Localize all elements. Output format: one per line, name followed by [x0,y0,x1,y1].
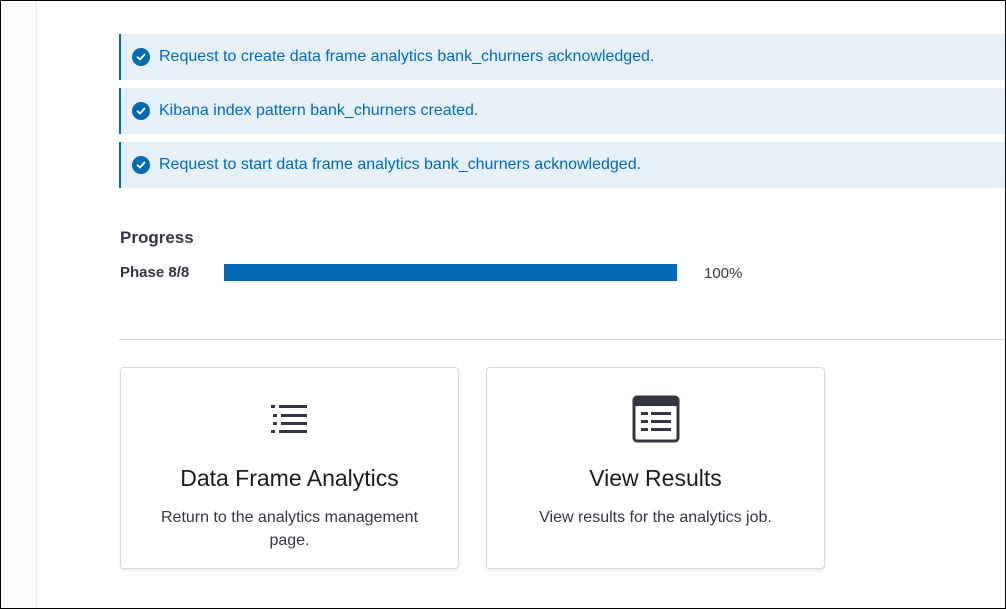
callout-text: Request to create data frame analytics b… [159,48,655,65]
success-callout-index-pattern: Kibana index pattern bank_churners creat… [119,88,1005,134]
progress-title: Progress [120,228,194,247]
data-frame-analytics-card[interactable]: Data Frame Analytics Return to the analy… [120,367,459,569]
phase-label: Phase 8/8 [120,264,190,281]
card-title: View Results [589,465,722,491]
progress-bar-fill [224,264,677,281]
divider [119,339,1005,340]
progress-bar [224,264,677,281]
callout-text: Request to start data frame analytics ba… [159,156,642,173]
card-description: View results for the analytics job. [539,509,772,526]
success-callout-create-job: Request to create data frame analytics b… [119,34,1005,80]
view-results-card[interactable]: View Results View results for the analyt… [486,367,825,569]
card-description: Return to the analytics management page. [160,509,419,549]
left-nav-gutter [2,1,37,608]
check-circle-icon [132,102,150,120]
success-callout-start-job: Request to start data frame analytics ba… [119,142,1005,188]
list-icon [121,394,458,444]
progress-percent: 100% [704,265,743,282]
table-icon [487,394,824,444]
callout-text: Kibana index pattern bank_churners creat… [159,102,479,119]
check-circle-icon [132,48,150,66]
card-title: Data Frame Analytics [180,465,399,491]
page-frame: Request to create data frame analytics b… [0,0,1006,609]
check-circle-icon [132,156,150,174]
